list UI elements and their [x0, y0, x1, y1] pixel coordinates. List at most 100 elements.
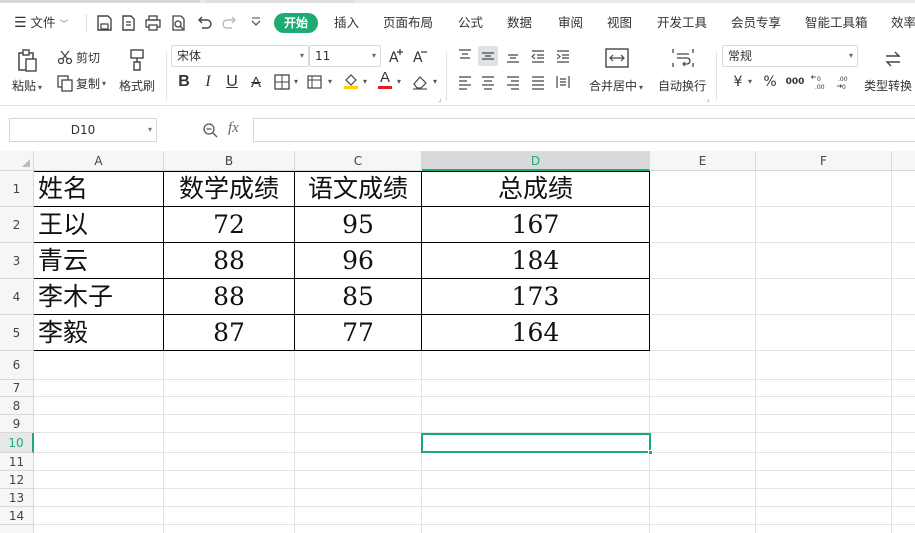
clear-format-icon[interactable]: [410, 72, 430, 92]
decrease-indent-icon[interactable]: [528, 46, 548, 66]
tab-data[interactable]: 数据: [507, 14, 532, 32]
redo-icon[interactable]: [220, 13, 240, 33]
fx-button[interactable]: fx: [228, 120, 239, 137]
decrease-font-size-icon[interactable]: A: [410, 46, 430, 66]
save-icon[interactable]: [94, 13, 114, 33]
italic-button[interactable]: I: [198, 72, 218, 92]
wrap-text-button[interactable]: [670, 46, 696, 70]
row-header-4[interactable]: 4: [0, 279, 34, 315]
name-box[interactable]: D10 ▾: [9, 118, 157, 142]
cell-c5[interactable]: 77: [295, 315, 421, 351]
row-header-7[interactable]: 7: [0, 380, 34, 397]
align-right-icon[interactable]: [503, 72, 523, 92]
cell-a4[interactable]: 李木子: [34, 279, 163, 315]
bold-button[interactable]: B: [174, 72, 194, 92]
cell-a1[interactable]: 姓名: [34, 171, 163, 207]
font-size-select[interactable]: 11 ▾: [309, 45, 381, 67]
cut-button[interactable]: 剪切: [56, 48, 100, 66]
row-header-2[interactable]: 2: [0, 207, 34, 243]
cell-d3[interactable]: 184: [422, 243, 649, 279]
cell-d1[interactable]: 总成绩: [422, 171, 649, 207]
file-menu[interactable]: ☰ 文件 ﹀: [14, 14, 69, 32]
font-color-button[interactable]: A: [375, 70, 395, 90]
paste-label[interactable]: 粘贴 ▾: [12, 77, 42, 94]
cell-d2[interactable]: 167: [422, 207, 649, 243]
merge-center-label[interactable]: 合并居中 ▾: [589, 77, 643, 94]
row-header-15[interactable]: [0, 525, 34, 533]
formula-input[interactable]: [253, 118, 915, 142]
column-header-b[interactable]: B: [164, 151, 295, 171]
cell-a3[interactable]: 青云: [34, 243, 163, 279]
row-header-8[interactable]: 8: [0, 397, 34, 415]
underline-button[interactable]: U: [222, 72, 242, 92]
type-convert-button[interactable]: [882, 48, 904, 70]
print-preview-icon[interactable]: [168, 13, 188, 33]
row-header-14[interactable]: 14: [0, 507, 34, 525]
cell-b5[interactable]: 87: [164, 315, 294, 351]
align-bottom-icon[interactable]: [503, 46, 523, 66]
column-header-f[interactable]: F: [756, 151, 892, 171]
row-header-5[interactable]: 5: [0, 315, 34, 351]
cell-c1[interactable]: 语文成绩: [295, 171, 421, 207]
fill-handle[interactable]: [648, 450, 653, 455]
zoom-formula-icon[interactable]: [200, 120, 220, 140]
tab-member[interactable]: 会员专享: [731, 14, 781, 32]
spreadsheet-grid[interactable]: A B C D E F 1 2 3 4 5 6 7 8 9 10 11 12 1…: [0, 151, 915, 533]
tab-formulas[interactable]: 公式: [458, 14, 483, 32]
row-header-12[interactable]: 12: [0, 471, 34, 489]
increase-font-size-icon[interactable]: A: [386, 46, 406, 66]
tab-smart-toolbox[interactable]: 智能工具箱: [805, 14, 868, 32]
increase-decimal-icon[interactable]: 0.00: [810, 72, 830, 92]
cell-a2[interactable]: 王以: [34, 207, 163, 243]
tab-review[interactable]: 审阅: [558, 14, 583, 32]
tab-start[interactable]: 开始: [274, 13, 318, 33]
row-header-13[interactable]: 13: [0, 489, 34, 507]
paste-button[interactable]: [14, 48, 40, 74]
column-header-c[interactable]: C: [295, 151, 422, 171]
justify-icon[interactable]: [528, 72, 548, 92]
undo-icon[interactable]: [194, 13, 214, 33]
thousands-separator-button[interactable]: 000: [785, 72, 805, 92]
tab-efficiency[interactable]: 效率: [891, 14, 915, 32]
print-icon[interactable]: [143, 13, 163, 33]
cell-c3[interactable]: 96: [295, 243, 421, 279]
cell-c2[interactable]: 95: [295, 207, 421, 243]
row-header-10[interactable]: 10: [0, 433, 34, 453]
column-header-e[interactable]: E: [650, 151, 756, 171]
currency-format-button[interactable]: ¥: [728, 72, 748, 92]
row-header-9[interactable]: 9: [0, 415, 34, 433]
row-header-6[interactable]: 6: [0, 351, 34, 380]
align-left-icon[interactable]: [455, 72, 475, 92]
type-convert-label[interactable]: 类型转换: [864, 77, 912, 94]
merge-center-button[interactable]: [604, 46, 630, 70]
tab-developer[interactable]: 开发工具: [657, 14, 707, 32]
fill-color-icon[interactable]: [341, 70, 361, 90]
customize-quick-access-icon[interactable]: [246, 13, 266, 33]
cell-c4[interactable]: 85: [295, 279, 421, 315]
cell-style-icon[interactable]: [305, 72, 325, 92]
format-painter-button[interactable]: [126, 47, 150, 73]
cell-b4[interactable]: 88: [164, 279, 294, 315]
active-cell-d10[interactable]: [421, 433, 653, 455]
align-center-icon[interactable]: [478, 72, 498, 92]
export-pdf-icon[interactable]: [118, 13, 138, 33]
format-painter-label[interactable]: 格式刷: [119, 77, 155, 94]
row-header-1[interactable]: 1: [0, 171, 34, 207]
borders-icon[interactable]: [272, 72, 292, 92]
tab-page-layout[interactable]: 页面布局: [383, 14, 433, 32]
cell-a5[interactable]: 李毅: [34, 315, 163, 351]
tab-insert[interactable]: 插入: [334, 14, 359, 32]
column-header-a[interactable]: A: [34, 151, 164, 171]
strikethrough-button[interactable]: A: [246, 72, 266, 92]
row-header-3[interactable]: 3: [0, 243, 34, 279]
align-middle-icon[interactable]: [478, 46, 498, 66]
column-header-g[interactable]: [892, 151, 915, 171]
copy-button[interactable]: 复制 ▾: [56, 74, 106, 92]
cell-d4[interactable]: 173: [422, 279, 649, 315]
row-header-11[interactable]: 11: [0, 453, 34, 471]
distributed-align-icon[interactable]: [553, 72, 573, 92]
align-top-icon[interactable]: [455, 46, 475, 66]
cell-b2[interactable]: 72: [164, 207, 294, 243]
wrap-text-label[interactable]: 自动换行: [658, 77, 706, 94]
increase-indent-icon[interactable]: [553, 46, 573, 66]
